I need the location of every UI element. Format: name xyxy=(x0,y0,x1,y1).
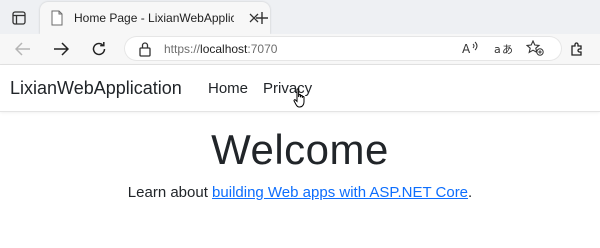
window-menu-icon[interactable] xyxy=(8,7,30,29)
page-heading: Welcome xyxy=(211,126,389,173)
url-port: :7070 xyxy=(247,42,278,56)
learn-suffix: . xyxy=(468,184,473,201)
url-host: localhost xyxy=(200,42,248,56)
refresh-icon[interactable] xyxy=(88,38,110,60)
tab-title: Home Page - LixianWebApplicatio xyxy=(74,11,234,25)
browser-tab-active[interactable]: Home Page - LixianWebApplicatio xyxy=(40,2,270,34)
svg-text:あ: あ xyxy=(502,43,512,55)
lock-icon[interactable] xyxy=(138,41,152,57)
address-bar[interactable]: https://localhost:7070 A aあ xyxy=(124,36,562,61)
url-protocol: https:// xyxy=(164,42,201,56)
extensions-icon[interactable] xyxy=(566,38,588,60)
forward-arrow-icon[interactable] xyxy=(50,38,72,60)
svg-text:A: A xyxy=(462,42,471,55)
page-favicon-icon xyxy=(50,10,64,26)
hand-cursor-icon xyxy=(293,88,305,108)
url-text[interactable]: https://localhost:7070 xyxy=(164,42,277,56)
back-arrow-icon[interactable] xyxy=(12,38,34,60)
aspnet-docs-link[interactable]: building Web apps with ASP.NET Core xyxy=(212,184,468,201)
favorite-star-icon[interactable] xyxy=(524,37,546,59)
nav-link-home[interactable]: Home xyxy=(208,80,248,97)
browser-toolbar: https://localhost:7070 A aあ xyxy=(0,34,600,65)
learn-text: Learn about building Web apps with ASP.N… xyxy=(0,184,600,201)
read-aloud-icon[interactable]: A xyxy=(460,37,482,59)
learn-prefix: Learn about xyxy=(127,184,213,201)
site-brand[interactable]: LixianWebApplication xyxy=(10,78,182,99)
tab-strip: Home Page - LixianWebApplicatio xyxy=(0,0,600,34)
translate-icon[interactable]: aあ xyxy=(492,37,514,59)
plus-icon[interactable] xyxy=(251,7,273,29)
svg-text:a: a xyxy=(494,43,501,55)
